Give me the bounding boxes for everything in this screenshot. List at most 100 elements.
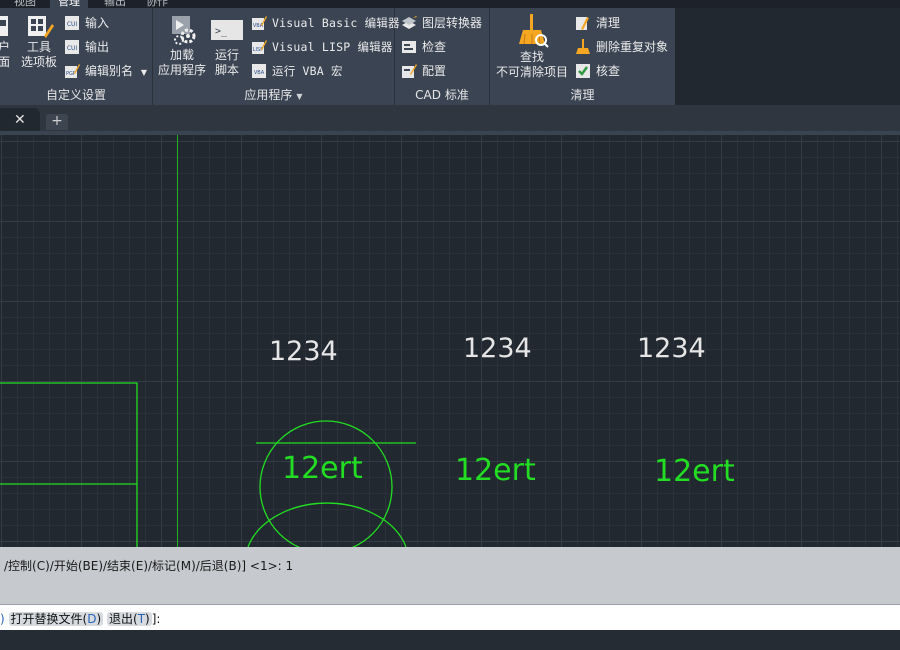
panel-applications: 加载 应用程序 >_ 运行 脚本 VBA Visual Basic 编辑器 LI… [153, 8, 400, 105]
svg-text:CUI: CUI [67, 45, 78, 52]
layer-translator-button[interactable]: 图层转换器 [401, 12, 482, 34]
find-non-purgeable-button[interactable]: 查找 不可清除项目 [492, 14, 572, 80]
run-script-label-2: 脚本 [214, 63, 239, 77]
text-12ert[interactable]: 12ert [455, 453, 536, 488]
load-application-button[interactable]: 加载 应用程序 [155, 14, 209, 78]
tab-output[interactable]: 输出 [104, 0, 126, 8]
svg-text:>_: >_ [215, 26, 228, 37]
text-12ert[interactable]: 12ert [282, 451, 363, 486]
tool-palettes-label-2: 选项板 [20, 55, 57, 69]
tool-palettes-icon [28, 16, 54, 38]
tool-palettes-button[interactable]: 工具 选项板 [18, 14, 60, 70]
import-button[interactable]: CUI 输入 [64, 12, 109, 34]
find-label-1: 查找 [519, 50, 544, 64]
text-1234[interactable]: 1234 [269, 336, 338, 367]
command-line[interactable]: ) 打开替换文件(D) 退出(T)]: [0, 604, 900, 631]
audit-label: 核查 [596, 64, 621, 78]
panel-expand-icon[interactable]: ▼ [296, 92, 302, 101]
panel-applications-title-text: 应用程序 [244, 88, 293, 102]
user-interface-icon [0, 16, 8, 36]
purge-label: 清理 [596, 16, 621, 30]
purge-icon [576, 16, 589, 30]
overkill-broom-icon [576, 38, 590, 54]
text-1234[interactable]: 1234 [637, 333, 706, 364]
panel-cleanup-title-text: 清理 [570, 88, 595, 102]
plus-icon: + [51, 113, 63, 129]
check-standards-icon [402, 40, 416, 53]
audit-check-icon [576, 63, 590, 78]
vb-editor-label: Visual Basic 编辑器 [272, 16, 400, 30]
run-script-button[interactable]: >_ 运行 脚本 [209, 14, 245, 78]
overkill-button[interactable]: 删除重复对象 [575, 36, 668, 58]
run-script-label-1: 运行 [214, 48, 239, 62]
export-label: 输出 [85, 40, 110, 54]
export-button[interactable]: CUI 输出 [64, 36, 109, 58]
tab-view[interactable]: 视图 [14, 0, 36, 8]
document-tab[interactable]: ✕ [0, 108, 40, 132]
user-interface-label-2: 面 [0, 55, 10, 69]
panel-cad-standards-title: CAD 标准 [395, 85, 489, 105]
load-application-icon [172, 16, 196, 45]
option-label: 退出 [108, 612, 133, 626]
svg-text:PGP: PGP [66, 71, 76, 77]
user-interface-button[interactable]: 户 面 [0, 14, 14, 70]
run-vba-label: 运行 VBA 宏 [272, 64, 343, 78]
document-tab-bar: ✕ + [0, 105, 900, 132]
new-tab-button[interactable]: + [46, 114, 68, 130]
run-script-icon: >_ [211, 20, 243, 40]
tool-palettes-label-1: 工具 [26, 40, 51, 54]
check-label: 检查 [422, 40, 447, 54]
status-bar [0, 630, 900, 650]
audit-button[interactable]: 核查 [575, 60, 620, 82]
visual-lisp-editor-button[interactable]: LISP Visual LISP 编辑器 [251, 36, 393, 58]
option-key: T [137, 612, 146, 626]
run-vba-icon: VBA [252, 63, 266, 78]
tab-manage[interactable]: 管理 [50, 0, 88, 8]
visual-basic-editor-button[interactable]: VBA Visual Basic 编辑器 [251, 12, 400, 34]
text-1234[interactable]: 1234 [463, 333, 532, 364]
tab-collaborate[interactable]: 协作 [146, 0, 168, 8]
edit-aliases-dropdown-icon[interactable]: ▼ [141, 68, 147, 77]
overkill-label: 删除重复对象 [596, 40, 669, 54]
text-12ert[interactable]: 12ert [654, 454, 735, 489]
export-cui-icon: CUI [65, 39, 79, 54]
edit-aliases-button[interactable]: PGP 编辑别名 ▼ [64, 60, 147, 82]
svg-text:CUI: CUI [67, 21, 78, 28]
edit-aliases-icon: PGP [65, 63, 80, 78]
vba-editor-icon: VBA [252, 15, 267, 30]
prompt-tail: ]: [151, 612, 161, 626]
ribbon: 户 面 工具 选项板 CUI 输入 CUI 输出 PGP 编辑别名 ▼ 自定义设… [0, 8, 675, 105]
edit-aliases-label: 编辑别名 [85, 64, 134, 78]
ribbon-tab-bar: 视图 管理 输出 协作 [0, 0, 900, 8]
command-history-line: /控制(C)/开始(BE)/结束(E)/标记(M)/后退(B)] <1>: 1 [4, 559, 294, 573]
panel-customize-title: 自定义设置 [0, 85, 152, 105]
purge-button[interactable]: 清理 [575, 12, 620, 34]
import-label: 输入 [85, 16, 110, 30]
configure-standards-icon [402, 63, 417, 78]
option-label: 打开替换文件 [10, 612, 83, 626]
panel-cleanup: 查找 不可清除项目 清理 删除重复对象 核查 清理 [490, 8, 675, 105]
option-exit[interactable]: 退出(T) [106, 612, 152, 626]
ribbon-empty-area [675, 8, 900, 105]
configure-button[interactable]: 配置 [401, 60, 446, 82]
option-open-replacement-file[interactable]: 打开替换文件(D) [8, 612, 104, 626]
option-key: D [87, 612, 97, 626]
svg-text:VBA: VBA [254, 70, 265, 76]
panel-customize: 户 面 工具 选项板 CUI 输入 CUI 输出 PGP 编辑别名 ▼ 自定义设… [0, 8, 153, 105]
user-interface-label-1: 户 [0, 40, 10, 54]
layer-translator-icon [402, 15, 417, 29]
command-prompt: ) 打开替换文件(D) 退出(T)]: [0, 610, 160, 627]
command-history: /控制(C)/开始(BE)/结束(E)/标记(M)/后退(B)] <1>: 1 [0, 547, 900, 604]
close-icon[interactable]: ✕ [14, 112, 26, 128]
panel-customize-title-text: 自定义设置 [45, 88, 106, 102]
run-vba-macro-button[interactable]: VBA 运行 VBA 宏 [251, 60, 343, 82]
panel-cleanup-title: 清理 [490, 85, 675, 105]
panel-cad-standards-title-text: CAD 标准 [415, 88, 469, 102]
find-label-2: 不可清除项目 [495, 65, 568, 79]
panel-applications-title[interactable]: 应用程序 ▼ [153, 85, 394, 105]
load-app-label-1: 加载 [169, 48, 194, 62]
check-button[interactable]: 检查 [401, 36, 446, 58]
import-cui-icon: CUI [65, 15, 79, 30]
drawing-canvas[interactable]: 1234 1234 1234 12ert 12ert 12ert [0, 135, 900, 547]
load-app-label-2: 应用程序 [157, 63, 206, 77]
